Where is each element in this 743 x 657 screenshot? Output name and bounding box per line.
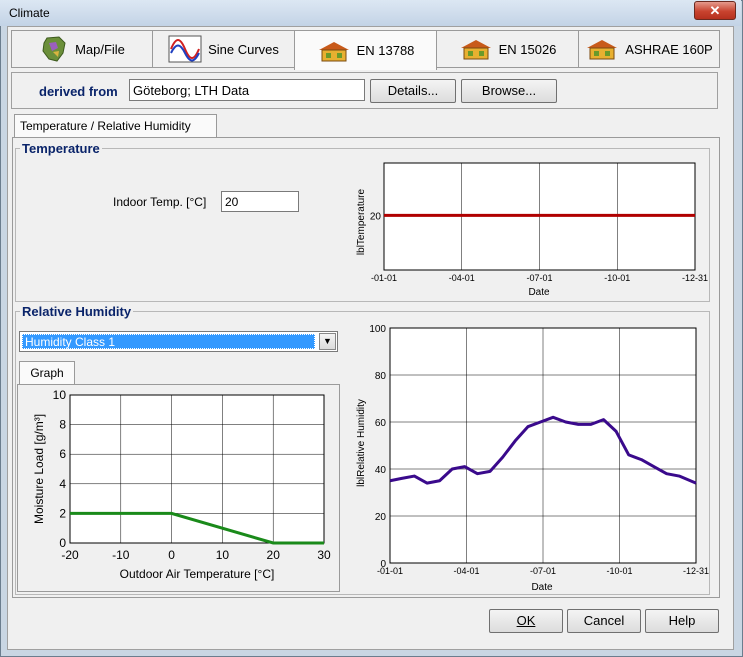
house-icon: [460, 40, 491, 60]
moisture-x-tick: 20: [267, 548, 281, 562]
moisture-y-tick: 6: [59, 447, 66, 461]
tab-label: EN 13788: [356, 43, 415, 58]
temperature-chart: -01-01 -04-01 -07-01 -10-01 -12-31 20 lblTemp…: [356, 162, 708, 298]
temperature-x-tick: -10-01: [604, 273, 630, 283]
tab-label: Sine Curves: [208, 41, 279, 57]
tab-en-13788[interactable]: EN 13788: [294, 30, 437, 70]
cancel-button[interactable]: Cancel: [567, 609, 641, 633]
indoor-temp-label: Indoor Temp. [°C]: [113, 195, 207, 209]
moisture-chart-x-label: Outdoor Air Temperature [°C]: [120, 567, 275, 581]
rh-y-tick: 60: [375, 418, 387, 429]
moisture-y-tick: 2: [59, 506, 66, 520]
tab-label: ASHRAE 160P: [625, 41, 713, 57]
tab-ashrae-160p[interactable]: ASHRAE 160P: [578, 30, 720, 68]
relative-humidity-group-title: Relative Humidity: [20, 304, 134, 319]
temperature-chart-x-label: Date: [528, 287, 550, 298]
moisture-load-chart: -20 -10 0 10 20 30 0 2 4 6 8 10 Moisture Load [g/m³…: [32, 388, 331, 581]
tab-map-file[interactable]: Map/File: [11, 30, 153, 68]
moisture-x-tick: 30: [317, 548, 331, 562]
window-title: Climate: [9, 6, 50, 20]
chevron-down-icon[interactable]: ▼: [319, 333, 336, 350]
tab-en-15026[interactable]: EN 15026: [436, 30, 579, 68]
temperature-x-tick: -01-01: [371, 273, 397, 283]
ok-button[interactable]: OK: [489, 609, 563, 633]
moisture-chart-y-label: Moisture Load [g/m³]: [32, 414, 46, 524]
moisture-x-tick: -20: [61, 548, 79, 562]
temperature-chart-y-label: lblTemperature: [356, 188, 367, 255]
rh-chart-x-label: Date: [531, 582, 553, 593]
tab-label: EN 15026: [498, 41, 557, 57]
rh-y-tick: 0: [380, 559, 386, 570]
help-button[interactable]: Help: [645, 609, 719, 633]
derived-from-field[interactable]: [129, 79, 365, 101]
temperature-x-tick: -12-31: [682, 273, 708, 283]
close-button[interactable]: ✕: [694, 1, 736, 20]
moisture-y-tick: 8: [59, 418, 66, 432]
help-label: Help: [668, 613, 696, 628]
derived-from-label: derived from: [39, 84, 118, 99]
humidity-class-selected: Humidity Class 1: [22, 334, 315, 349]
cancel-label: Cancel: [583, 613, 625, 628]
temperature-y-tick: 20: [370, 211, 382, 222]
moisture-x-tick: -10: [112, 548, 130, 562]
temperature-x-tick: -07-01: [526, 273, 552, 283]
house-icon: [318, 41, 349, 61]
temperature-group-title: Temperature: [20, 141, 102, 156]
humidity-class-select[interactable]: Humidity Class 1 ▼: [19, 331, 338, 352]
house-icon: [587, 40, 618, 60]
moisture-y-tick: 10: [53, 388, 67, 402]
rh-y-tick: 40: [375, 465, 387, 476]
rh-y-tick: 20: [375, 512, 387, 523]
ok-label: OK: [516, 613, 536, 628]
moisture-y-tick: 4: [59, 477, 66, 491]
relative-humidity-chart: -01-01 -04-01 -07-01 -10-01 -12-310204060801…: [356, 324, 709, 593]
map-icon: [42, 36, 66, 62]
moisture-x-tick: 10: [216, 548, 230, 562]
sine-curves-icon: [168, 35, 202, 63]
rh-y-tick: 80: [375, 371, 387, 382]
tab-temperature-relative-humidity[interactable]: Temperature / Relative Humidity: [14, 114, 217, 138]
rh-y-tick: 100: [369, 324, 386, 335]
tab-sine-curves[interactable]: Sine Curves: [152, 30, 295, 68]
title-bar[interactable]: Climate: [0, 0, 741, 26]
moisture-x-tick: 0: [168, 548, 175, 562]
tab-graph[interactable]: Graph: [19, 361, 75, 385]
details-button[interactable]: Details...: [370, 79, 456, 103]
tab-label: Map/File: [75, 41, 125, 57]
rh-x-tick: -12-31: [683, 566, 709, 576]
temperature-x-tick: -04-01: [449, 273, 475, 283]
rh-chart-y-label: lblRelative Humidity: [356, 399, 367, 487]
rh-x-tick: -07-01: [530, 566, 556, 576]
indoor-temp-field[interactable]: [221, 191, 299, 212]
rh-x-tick: -10-01: [606, 566, 632, 576]
browse-button[interactable]: Browse...: [461, 79, 557, 103]
moisture-y-tick: 0: [59, 536, 66, 550]
rh-x-tick: -04-01: [453, 566, 479, 576]
